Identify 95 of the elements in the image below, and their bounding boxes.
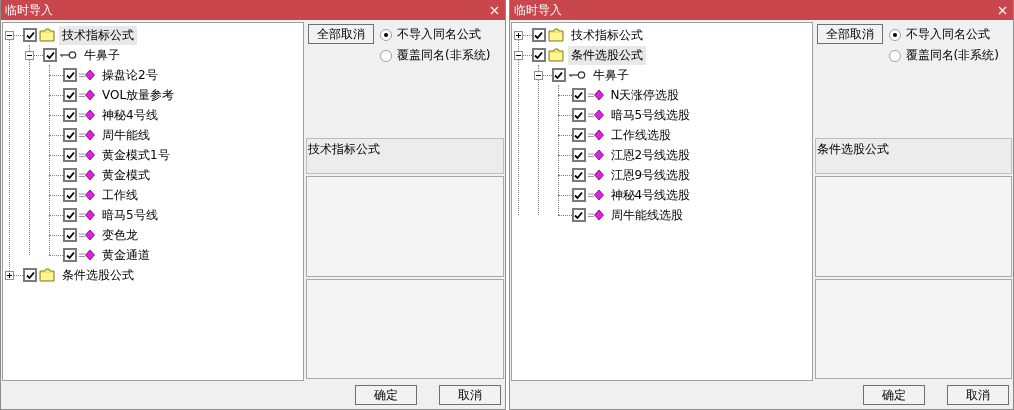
window-title: 临时导入	[513, 1, 562, 19]
checkbox[interactable]	[63, 128, 77, 142]
info-text: 条件选股公式	[814, 138, 1012, 174]
radio-button[interactable]	[380, 49, 392, 62]
dialog-button[interactable]: 确定	[863, 385, 925, 405]
tree-item[interactable]: 技术指标公式	[59, 25, 137, 45]
checkbox[interactable]	[571, 168, 586, 182]
expand-toggle[interactable]	[5, 30, 14, 40]
diamond-icon	[587, 189, 604, 201]
checkbox[interactable]	[551, 68, 566, 82]
radio-label[interactable]: 覆盖同名(非系统)	[397, 47, 491, 64]
diamond-icon	[587, 89, 604, 101]
tree-item[interactable]: 操盘论2号	[99, 65, 161, 85]
checkbox[interactable]	[63, 108, 77, 122]
tree-item[interactable]: VOL放量参考	[99, 85, 178, 105]
checkbox[interactable]	[571, 88, 586, 102]
info-text: 技术指标公式	[306, 138, 504, 174]
checkbox[interactable]	[571, 188, 586, 202]
checkbox[interactable]	[63, 228, 77, 242]
diamond-icon	[79, 249, 95, 261]
dialog-button[interactable]: 确定	[354, 385, 417, 405]
diamond-icon	[79, 89, 95, 101]
expand-toggle[interactable]	[513, 30, 523, 40]
close-icon[interactable]	[489, 5, 499, 15]
tree-item[interactable]: 变色龙	[99, 225, 141, 245]
diamond-icon	[79, 149, 95, 161]
folder-icon	[39, 28, 55, 42]
radio-label[interactable]: 覆盖同名(非系统)	[905, 47, 999, 64]
checkbox[interactable]	[531, 28, 546, 42]
diamond-icon	[587, 169, 604, 181]
tree-item[interactable]: 周牛能线选股	[607, 205, 686, 225]
diamond-icon	[79, 109, 95, 121]
dialog-button[interactable]: 取消	[438, 385, 501, 405]
tree-item[interactable]: 黄金通道	[99, 245, 153, 265]
tree-item[interactable]: 工作线选股	[607, 125, 674, 145]
tree-item[interactable]: 神秘4号线选股	[607, 185, 694, 205]
diamond-icon	[79, 229, 95, 241]
checkbox[interactable]	[571, 148, 586, 162]
expand-toggle[interactable]	[25, 50, 34, 60]
checkbox[interactable]	[23, 28, 37, 42]
tree-item[interactable]: 条件选股公式	[59, 265, 137, 285]
dialog-button[interactable]: 取消	[947, 385, 1009, 405]
tree-item[interactable]: 江恩2号线选股	[607, 145, 694, 165]
checkbox[interactable]	[63, 208, 77, 222]
tree-item[interactable]: 神秘4号线	[99, 105, 161, 125]
window-title: 临时导入	[5, 1, 53, 19]
tree-item[interactable]: 暗马5号线选股	[607, 105, 694, 125]
tree-item[interactable]: N天涨停选股	[607, 85, 683, 105]
radio-label[interactable]: 不导入同名公式	[905, 26, 990, 43]
radio-button[interactable]	[888, 49, 901, 62]
tree-item[interactable]: 黄金模式	[99, 165, 153, 185]
folder-icon	[547, 28, 564, 42]
checkbox[interactable]	[63, 188, 77, 202]
checkbox[interactable]	[63, 88, 77, 102]
diamond-icon	[79, 209, 95, 221]
expand-toggle[interactable]	[5, 270, 14, 280]
tree-item[interactable]: 条件选股公式	[567, 45, 646, 65]
folder-icon	[39, 268, 55, 282]
checkbox[interactable]	[63, 168, 77, 182]
checkbox[interactable]	[531, 48, 546, 62]
folder-icon	[547, 48, 564, 62]
tree-item[interactable]: 江恩9号线选股	[607, 165, 694, 185]
checkbox[interactable]	[23, 268, 37, 282]
diamond-icon	[587, 209, 604, 221]
tree-item[interactable]: 周牛能线	[99, 125, 153, 145]
checkbox[interactable]	[63, 68, 77, 82]
checkbox[interactable]	[571, 108, 586, 122]
diamond-icon	[587, 129, 604, 141]
radio-label[interactable]: 不导入同名公式	[397, 26, 481, 43]
key-icon	[567, 70, 586, 80]
cancel-all-button[interactable]: 全部取消	[816, 24, 883, 44]
checkbox[interactable]	[43, 48, 57, 62]
checkbox[interactable]	[63, 248, 77, 262]
close-icon[interactable]	[998, 5, 1007, 15]
tree-item[interactable]: 工作线	[99, 185, 141, 205]
checkbox[interactable]	[63, 148, 77, 162]
expand-toggle[interactable]	[513, 50, 523, 60]
diamond-icon	[79, 69, 95, 81]
diamond-icon	[79, 169, 95, 181]
checkbox[interactable]	[571, 128, 586, 142]
tree-item[interactable]: 黄金模式1号	[99, 145, 173, 165]
key-icon	[59, 50, 77, 60]
tree-item[interactable]: 技术指标公式	[567, 25, 646, 45]
diamond-icon	[79, 129, 95, 141]
expand-toggle[interactable]	[533, 70, 543, 80]
diamond-icon	[587, 109, 604, 121]
tree-item[interactable]: 牛鼻子	[589, 65, 632, 85]
tree-item[interactable]: 暗马5号线	[99, 205, 161, 225]
radio-button[interactable]	[380, 28, 392, 41]
radio-button[interactable]	[888, 28, 901, 41]
diamond-icon	[587, 149, 604, 161]
checkbox[interactable]	[571, 208, 586, 222]
tree-item[interactable]: 牛鼻子	[81, 45, 123, 65]
cancel-all-button[interactable]: 全部取消	[308, 24, 374, 44]
diamond-icon	[79, 189, 95, 201]
